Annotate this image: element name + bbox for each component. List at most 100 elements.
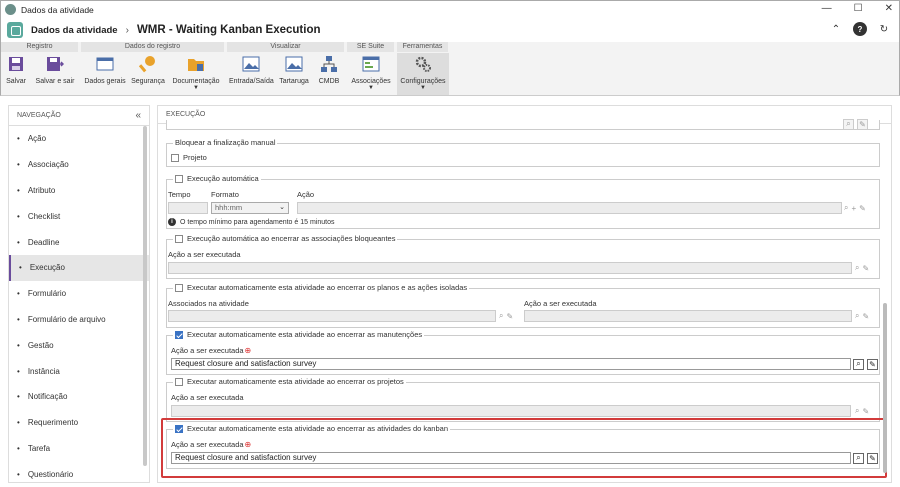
collapse-left-icon[interactable]: « xyxy=(135,110,141,121)
projetos-checkbox[interactable]: Executar automaticamente esta atividade … xyxy=(173,377,406,386)
associados-label: Associados na atividade xyxy=(168,299,249,308)
auto-checkbox[interactable]: Execução automática xyxy=(173,174,261,183)
nav-item-tarefa[interactable]: • Tarefa xyxy=(9,436,149,462)
nav-item-label: Requerimento xyxy=(27,418,79,428)
tempo-input[interactable] xyxy=(168,202,208,214)
nav-item-label: Questionário xyxy=(27,469,74,479)
nav-item-checklist[interactable]: • Checklist xyxy=(9,203,149,229)
search-icon[interactable]: ⌕ xyxy=(499,311,503,321)
dropdown-caret-icon: ▼ xyxy=(368,85,374,91)
nav-item-gestao[interactable]: • Gestão xyxy=(9,332,149,358)
clear-icon[interactable]: ✎ xyxy=(857,118,868,130)
nav-item-associacao[interactable]: • Associação xyxy=(9,152,149,178)
clear-icon[interactable]: ✎ xyxy=(862,312,869,321)
close-icon[interactable]: ✕ xyxy=(885,3,893,14)
formato-select[interactable]: hhh:mm ⌄ xyxy=(211,202,289,214)
projeto-checkbox[interactable]: Projeto xyxy=(171,153,207,162)
bloqueantes-legend-text: Execução automática ao encerrar as assoc… xyxy=(187,234,396,243)
nav-item-deadline[interactable]: • Deadline xyxy=(9,229,149,255)
nav-item-label: Atributo xyxy=(27,185,56,195)
collapse-up-icon[interactable]: ⌃ xyxy=(829,22,843,36)
nav-item-acao[interactable]: • Ação xyxy=(9,126,149,152)
search-icon[interactable]: ⌕ xyxy=(855,311,859,321)
search-icon[interactable]: ⌕ xyxy=(844,203,848,213)
acao-label: Ação a ser executada xyxy=(171,393,244,402)
input-output-button[interactable]: Entrada/Saída xyxy=(229,53,274,95)
nav-item-questionario[interactable]: • Questionário xyxy=(9,461,149,487)
image-icon xyxy=(242,56,260,72)
maximize-icon[interactable]: ☐ xyxy=(854,3,863,14)
associados-input[interactable] xyxy=(168,310,496,322)
breadcrumb[interactable]: Dados da atividade xyxy=(31,25,118,36)
fieldset-auto: Execução automática Tempo Formato Ação h… xyxy=(166,174,880,229)
field-actions: ⌕ ✎ xyxy=(499,310,513,322)
search-icon[interactable]: ⌕ xyxy=(853,358,864,370)
nav-item-label: Ação xyxy=(27,134,47,144)
nav-item-label: Execução xyxy=(29,263,65,273)
cmdb-button[interactable]: CMDB xyxy=(315,53,343,95)
auto-acao-input[interactable] xyxy=(297,202,842,214)
save-exit-button[interactable]: Salvar e sair xyxy=(33,53,77,95)
nav-item-formulario-arquivo[interactable]: • Formulário de arquivo xyxy=(9,307,149,333)
add-icon[interactable]: + xyxy=(851,204,856,213)
save-icon xyxy=(9,57,23,71)
info-text: O tempo mínimo para agendamento é 15 min… xyxy=(180,218,335,226)
checkbox-icon xyxy=(171,153,179,162)
activity-logo-icon xyxy=(7,22,23,38)
input-output-label: Entrada/Saída xyxy=(229,78,274,85)
main-scrollbar[interactable] xyxy=(883,303,887,473)
group-label: SE Suite xyxy=(347,42,395,52)
refresh-icon[interactable]: ↻ xyxy=(877,22,891,36)
clear-icon[interactable]: ✎ xyxy=(859,204,866,213)
nav-item-instancia[interactable]: • Instância xyxy=(9,358,149,384)
nav-scrollbar[interactable] xyxy=(143,126,147,466)
bloqueantes-acao-input[interactable] xyxy=(168,262,852,274)
turtle-button[interactable]: Tartaruga xyxy=(277,53,311,95)
nav-item-requerimento[interactable]: • Requerimento xyxy=(9,410,149,436)
nav-item-label: Notificação xyxy=(27,392,68,402)
nav-item-label: Tarefa xyxy=(27,443,51,453)
projetos-acao-input[interactable] xyxy=(171,405,851,417)
bloqueantes-checkbox[interactable]: Execução automática ao encerrar as assoc… xyxy=(173,234,398,243)
nav-item-formulario[interactable]: • Formulário xyxy=(9,281,149,307)
planos-checkbox[interactable]: Executar automaticamente esta atividade … xyxy=(173,283,470,292)
search-icon[interactable]: ⌕ xyxy=(855,406,859,416)
search-icon[interactable]: ⌕ xyxy=(843,118,854,130)
nav-item-atributo[interactable]: • Atributo xyxy=(9,178,149,204)
associations-button[interactable]: Associações ▼ xyxy=(349,53,393,95)
settings-button[interactable]: Configurações ▼ xyxy=(397,53,449,95)
security-label: Segurança xyxy=(131,78,165,85)
turtle-label: Tartaruga xyxy=(279,78,309,85)
manutencoes-checkbox[interactable]: Executar automaticamente esta atividade … xyxy=(173,330,425,339)
key-icon xyxy=(138,56,155,73)
minimize-icon[interactable]: — xyxy=(822,3,832,14)
save-exit-label: Salvar e sair xyxy=(35,78,75,85)
nav-item-label: Formulário xyxy=(27,289,67,299)
clear-icon[interactable]: ✎ xyxy=(862,407,869,416)
manutencoes-acao-input[interactable]: Request closure and satisfaction survey xyxy=(171,358,851,370)
checkbox-icon xyxy=(175,234,183,243)
fieldset-legend: Bloquear a finalização manual xyxy=(173,138,278,147)
fieldset-projetos: Executar automaticamente esta atividade … xyxy=(166,377,880,422)
clear-icon[interactable]: ✎ xyxy=(862,264,869,273)
save-button[interactable]: Salvar xyxy=(3,53,29,95)
documentation-button[interactable]: Documentação ▼ xyxy=(171,53,221,95)
documentation-label: Documentação xyxy=(172,78,220,85)
nav-item-notificacao[interactable]: • Notificação xyxy=(9,384,149,410)
planos-acao-input[interactable] xyxy=(524,310,852,322)
general-data-button[interactable]: Dados gerais xyxy=(83,53,127,95)
ribbon-group-dados: Dados do registro Dados gerais Segurança… xyxy=(81,42,225,96)
window-title: Dados da atividade xyxy=(21,4,94,15)
clear-icon[interactable]: ✎ xyxy=(867,358,878,370)
nav-item-label: Associação xyxy=(27,160,69,170)
search-icon[interactable]: ⌕ xyxy=(855,263,859,273)
nav-header-label: NAVEGAÇÃO xyxy=(17,112,61,119)
window-titlebar: Dados da atividade — ☐ ✕ xyxy=(0,0,900,18)
field-actions: ⌕ ✎ xyxy=(843,118,868,130)
security-button[interactable]: Segurança xyxy=(129,53,167,95)
help-icon[interactable]: ? xyxy=(853,22,867,36)
clear-icon[interactable]: ✎ xyxy=(506,312,513,321)
save-label: Salvar xyxy=(6,78,26,85)
nav-item-execucao[interactable]: • Execução xyxy=(9,254,149,281)
nav-list: • Ação • Associação • Atributo • Checklist •… xyxy=(9,126,149,487)
